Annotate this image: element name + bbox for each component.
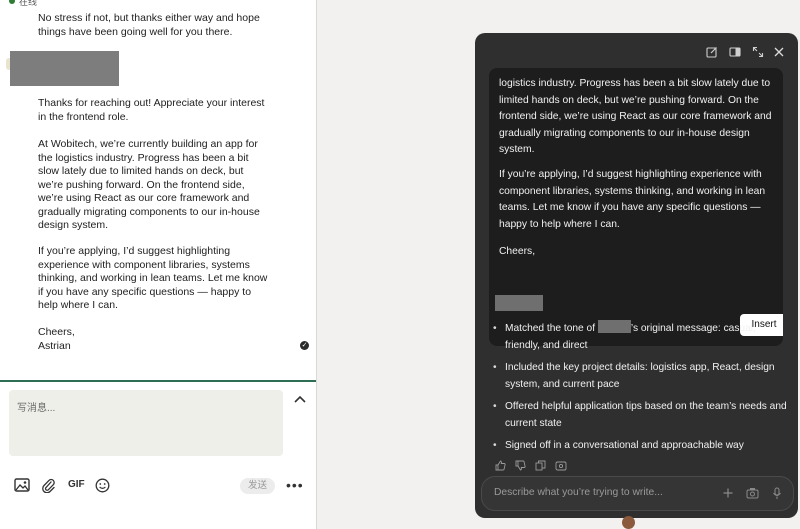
summary-item: Offered helpful application tips based o… xyxy=(493,398,789,432)
ai-prompt-placeholder: Describe what you’re trying to write... xyxy=(494,487,663,498)
online-status-dot xyxy=(9,0,15,4)
paperclip-icon[interactable] xyxy=(41,478,56,493)
share-icon[interactable] xyxy=(555,460,567,471)
ai-writing-assistant-panel: logistics industry. Progress has been a … xyxy=(475,33,798,518)
draft-reply-card: logistics industry. Progress has been a … xyxy=(489,68,783,346)
redacted-signature xyxy=(495,295,543,311)
camera-icon[interactable] xyxy=(746,487,759,499)
message-input-placeholder: 写消息... xyxy=(17,403,56,414)
chevron-up-icon[interactable] xyxy=(292,393,308,407)
image-icon[interactable] xyxy=(14,478,30,492)
redacted-name xyxy=(597,320,631,333)
draft-paragraph-1: logistics industry. Progress has been a … xyxy=(499,78,772,155)
read-receipt-icon: ✓ xyxy=(300,341,309,350)
summary-item: Matched the tone of ’s original message:… xyxy=(493,320,789,354)
summary-item: Included the key project details: logist… xyxy=(493,359,789,393)
message-signoff: Cheers, Astrian xyxy=(38,326,75,352)
gif-button[interactable]: GIF xyxy=(68,479,85,490)
message-input[interactable]: 写消息... xyxy=(9,390,283,456)
thumbs-down-icon[interactable] xyxy=(515,460,526,471)
message-paragraph-2: At Wobitech, we’re currently building an… xyxy=(38,138,260,231)
sidebar-toggle-icon[interactable] xyxy=(729,46,741,58)
copy-icon[interactable] xyxy=(535,460,546,471)
redacted-sender-name xyxy=(10,51,119,86)
expand-icon[interactable] xyxy=(752,46,764,58)
message-paragraph-3: If you’re applying, I’d suggest highligh… xyxy=(38,245,268,311)
chat-pane: 在线 No stress if not, but thanks either w… xyxy=(0,0,317,529)
message-paragraph-1: Thanks for reaching out! Appreciate your… xyxy=(38,97,265,123)
close-icon[interactable] xyxy=(773,46,785,58)
draft-paragraph-2: If you’re applying, I’d suggest highligh… xyxy=(499,169,766,230)
plus-icon[interactable] xyxy=(722,487,734,499)
summary-item: Signed off in a conversational and appro… xyxy=(493,437,789,454)
peek-avatar xyxy=(622,516,635,529)
microphone-icon[interactable] xyxy=(772,487,782,500)
send-button[interactable]: 发送 xyxy=(240,478,275,494)
summary-item-text: Matched the tone of xyxy=(505,323,598,334)
thumbs-up-icon[interactable] xyxy=(495,460,506,471)
ai-prompt-input[interactable]: Describe what you’re trying to write... xyxy=(481,476,794,511)
emoji-icon[interactable] xyxy=(95,478,110,493)
previous-message-text: No stress if not, but thanks either way … xyxy=(38,12,260,38)
draft-signoff: Cheers, xyxy=(499,246,536,257)
more-options-icon[interactable]: ••• xyxy=(286,477,304,493)
changes-summary-list: Matched the tone of ’s original message:… xyxy=(493,320,789,459)
compose-divider xyxy=(0,380,316,382)
online-status-label: 在线 xyxy=(19,0,38,7)
edit-icon[interactable] xyxy=(706,46,718,58)
